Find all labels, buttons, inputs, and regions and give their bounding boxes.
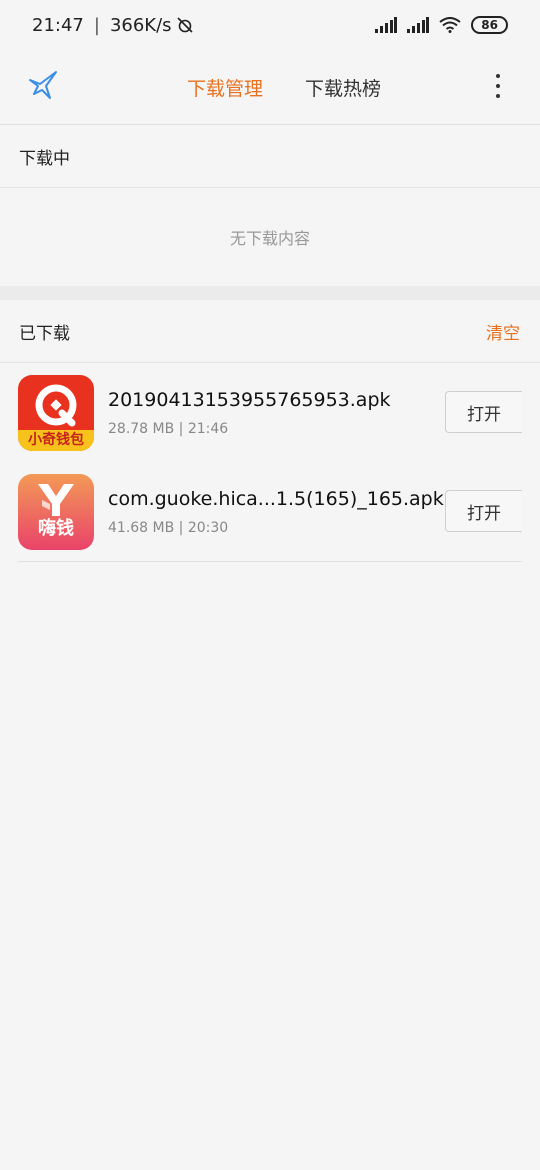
signal-icon-2 xyxy=(407,17,430,33)
downloading-section-header: 下载中 xyxy=(0,125,540,188)
wifi-icon xyxy=(439,17,461,33)
item-size: 28.78 MB xyxy=(108,420,175,437)
xiaoqi-icon-label: 小奇钱包 xyxy=(28,431,84,448)
clear-button[interactable]: 清空 xyxy=(486,319,520,344)
downloaded-section-header: 已下载 清空 xyxy=(0,300,540,363)
tab-bar: 下载管理 下载热榜 xyxy=(0,50,540,124)
tab-download-ranking[interactable]: 下载热榜 xyxy=(305,74,381,101)
downloading-title: 下载中 xyxy=(19,148,70,169)
status-separator: | xyxy=(93,14,100,36)
top-header: 下载管理 下载热榜 xyxy=(0,50,540,125)
item-size: 41.68 MB xyxy=(108,519,175,536)
meta-separator: | xyxy=(178,519,188,536)
open-button[interactable]: 打开 xyxy=(445,391,522,433)
section-gap xyxy=(0,286,540,300)
list-item[interactable]: 嗨钱 com.guoke.hica...1.5(165)_165.apk 41.… xyxy=(18,462,522,561)
status-network-speed: 366K/s xyxy=(109,14,172,36)
haiqian-app-icon: 嗨钱 xyxy=(18,473,94,550)
empty-text: 无下载内容 xyxy=(229,229,310,248)
status-bar: 21:47 | 366K/s 86 xyxy=(0,0,540,50)
downloaded-title: 已下载 xyxy=(19,323,70,344)
list-item[interactable]: 小奇钱包 20190413153955765953.apk 28.78 MB |… xyxy=(18,363,522,462)
signal-icon xyxy=(375,17,398,33)
xiaoqi-wallet-app-icon: 小奇钱包 xyxy=(18,374,94,451)
status-right: 86 xyxy=(375,16,508,34)
alarm-off-icon xyxy=(176,17,193,33)
downloading-empty-state: 无下载内容 xyxy=(0,188,540,286)
open-button[interactable]: 打开 xyxy=(445,490,522,532)
tab-download-manager[interactable]: 下载管理 xyxy=(187,74,263,101)
haiqian-icon-label: 嗨钱 xyxy=(38,517,74,539)
item-time: 21:46 xyxy=(187,420,229,437)
status-left: 21:47 | 366K/s xyxy=(32,15,194,36)
list-divider xyxy=(18,561,522,562)
meta-separator: | xyxy=(178,420,188,437)
more-options-icon[interactable] xyxy=(494,74,502,102)
item-time: 20:30 xyxy=(187,519,229,536)
downloaded-list: 小奇钱包 20190413153955765953.apk 28.78 MB |… xyxy=(0,363,540,561)
status-time: 21:47 xyxy=(32,14,84,36)
battery-indicator: 86 xyxy=(471,16,508,34)
